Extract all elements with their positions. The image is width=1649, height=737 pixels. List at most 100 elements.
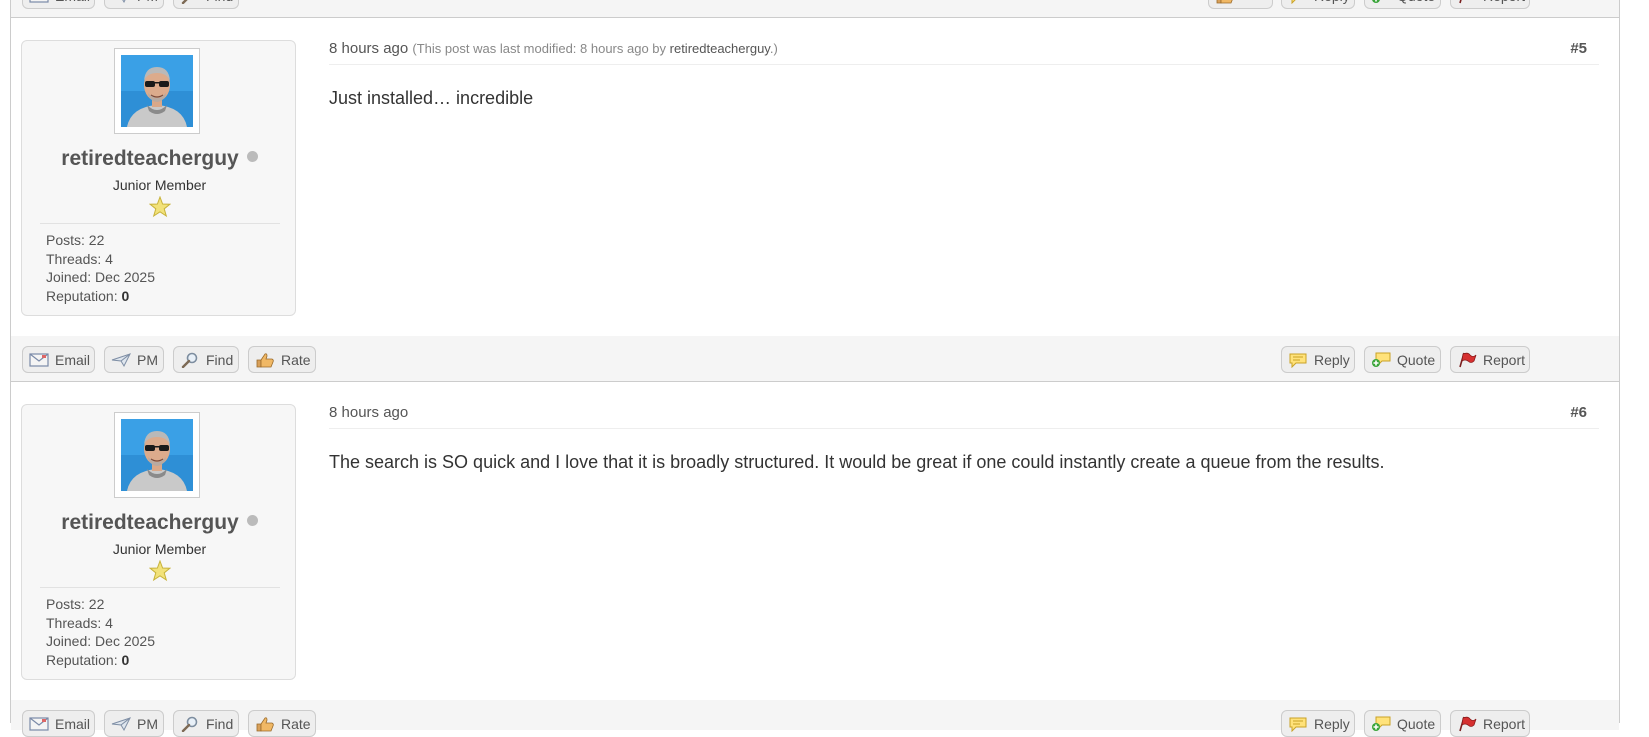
reply-button[interactable]: Reply [1281, 346, 1355, 373]
report-button-label: Report [1483, 351, 1526, 368]
profile-divider [40, 587, 280, 588]
find-button[interactable]: Find [173, 0, 239, 9]
post-date: 8 hours ago [329, 404, 409, 421]
pm-button[interactable]: PM [104, 346, 164, 373]
user-title: Junior Member [112, 541, 207, 557]
post-6-button-bar: Email PM Find Rate Reply Quote Report [11, 700, 1619, 737]
post-number-link[interactable]: #6 [1570, 404, 1587, 421]
report-button-label: Report [1483, 0, 1525, 4]
report-button[interactable]: Report [1450, 0, 1530, 9]
avatar-image [121, 55, 193, 127]
stat-threads: Threads: 4 [46, 614, 113, 631]
star-icon [149, 196, 171, 218]
reply-button[interactable]: Reply [1281, 0, 1355, 9]
star-icon [149, 560, 171, 582]
post-4-button-bar: Email PM Find Reply Quote Report [11, 0, 1619, 18]
thumbs-up-icon [255, 352, 275, 368]
report-button[interactable]: Report [1450, 346, 1530, 373]
find-button-label: Find [206, 351, 234, 368]
rate-button-label: Rate [281, 351, 311, 368]
quote-bubble-plus-icon [1371, 0, 1391, 4]
email-button[interactable]: Email [22, 0, 95, 9]
paper-plane-icon [111, 352, 131, 368]
find-button[interactable]: Find [173, 710, 239, 737]
avatar-image [121, 419, 193, 491]
quote-button[interactable]: Quote [1364, 346, 1441, 373]
pencil-icon [1215, 0, 1235, 4]
author-profile-post-6: retiredteacherguy Junior Member Posts: 2… [21, 404, 296, 680]
stat-reputation: Reputation: 0 [46, 651, 130, 668]
speech-bubble-icon [1288, 716, 1308, 732]
username: retiredteacherguy [22, 147, 297, 171]
pm-button-label: PM [137, 715, 158, 732]
envelope-icon [29, 716, 49, 732]
speech-bubble-icon [1288, 352, 1308, 368]
stat-posts: Posts: 22 [46, 232, 105, 248]
email-button-label: Email [55, 715, 91, 732]
edit-notice: (This post was last modified: 8 hours ag… [412, 41, 778, 56]
quote-button-label: Quote [1397, 0, 1435, 4]
offline-dot-icon [246, 515, 258, 526]
reply-button-label: Reply [1314, 0, 1350, 4]
offline-dot-icon [246, 151, 258, 162]
post-date: 8 hours ago [329, 40, 409, 57]
stat-reputation: Reputation: 0 [46, 287, 130, 304]
username: retiredteacherguy [22, 511, 297, 535]
user-stats: Posts: 22 Threads: 4 Joined: Dec 2025 Re… [46, 595, 155, 669]
profile-divider [40, 223, 280, 224]
reply-button[interactable]: Reply [1281, 710, 1355, 737]
find-button-label: Find [206, 0, 233, 4]
quote-button-label: Quote [1397, 351, 1436, 368]
edit-user-link[interactable]: retiredteacherguy [670, 41, 770, 56]
quote-bubble-plus-icon [1371, 352, 1391, 368]
user-stats: Posts: 22 Threads: 4 Joined: Dec 2025 Re… [46, 231, 155, 305]
magnifier-icon [180, 716, 200, 732]
pm-button[interactable]: PM [104, 0, 164, 9]
quote-button-label: Quote [1397, 715, 1436, 732]
reputation-value[interactable]: 0 [122, 652, 130, 668]
pm-button-label: PM [137, 351, 158, 368]
avatar[interactable] [114, 412, 200, 498]
stat-posts: Posts: 22 [46, 596, 105, 612]
email-button[interactable]: Email [22, 346, 95, 373]
edit-button[interactable] [1208, 0, 1273, 9]
reply-button-label: Reply [1314, 715, 1350, 732]
username-link[interactable]: retiredteacherguy [61, 147, 238, 170]
pm-button[interactable]: PM [104, 710, 164, 737]
post-5-button-bar: Email PM Find Rate Reply Quote Report [11, 336, 1619, 382]
find-button[interactable]: Find [173, 346, 239, 373]
paper-plane-icon [111, 716, 131, 732]
report-button-label: Report [1483, 715, 1526, 732]
rate-button[interactable]: Rate [248, 710, 316, 737]
post-number-link[interactable]: #5 [1570, 40, 1587, 57]
post-body: Just installed… incredible [329, 88, 534, 108]
post-header-divider [329, 64, 1599, 65]
user-title: Junior Member [112, 177, 207, 193]
reply-button-label: Reply [1314, 351, 1350, 368]
stat-threads: Threads: 4 [46, 250, 113, 267]
red-flag-icon [1457, 352, 1477, 368]
red-flag-icon [1457, 716, 1477, 732]
author-profile-post-5: retiredteacherguy Junior Member Posts: 2… [21, 40, 296, 316]
post-body: The search is SO quick and I love that i… [329, 452, 1385, 472]
email-button[interactable]: Email [22, 710, 95, 737]
report-button[interactable]: Report [1450, 710, 1530, 737]
red-flag-icon [1457, 0, 1477, 4]
post-header-divider [329, 428, 1599, 429]
magnifier-icon [180, 0, 200, 4]
paper-plane-icon [111, 0, 131, 4]
username-link[interactable]: retiredteacherguy [61, 511, 238, 534]
email-button-label: Email [55, 0, 90, 4]
post-6-meta: 8 hours ago [329, 404, 408, 421]
magnifier-icon [180, 352, 200, 368]
rate-button[interactable]: Rate [248, 346, 316, 373]
avatar[interactable] [114, 48, 200, 134]
reputation-value[interactable]: 0 [122, 288, 130, 304]
stat-joined: Joined: Dec 2025 [46, 633, 155, 649]
envelope-icon [29, 352, 49, 368]
quote-button[interactable]: Quote [1364, 710, 1441, 737]
quote-button[interactable]: Quote [1364, 0, 1441, 9]
pm-button-label: PM [137, 0, 158, 4]
stat-joined: Joined: Dec 2025 [46, 269, 155, 285]
find-button-label: Find [206, 715, 234, 732]
